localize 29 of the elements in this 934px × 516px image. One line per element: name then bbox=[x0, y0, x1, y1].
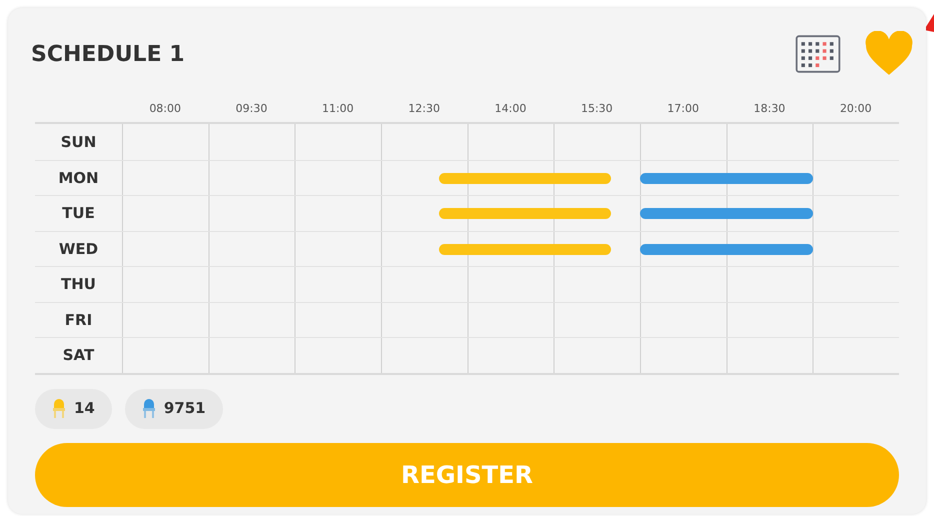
day-label: MON bbox=[58, 168, 99, 188]
schedule-title: SCHEDULE 1 bbox=[31, 40, 185, 68]
time-bar[interactable] bbox=[438, 208, 612, 219]
day-label: THU bbox=[61, 274, 96, 295]
time-label: 18:30 bbox=[754, 100, 786, 117]
time-bar[interactable] bbox=[640, 172, 813, 184]
time-label: 17:00 bbox=[667, 100, 699, 117]
time-label: 14:00 bbox=[494, 100, 526, 117]
time-label: 11:00 bbox=[322, 100, 354, 117]
calendar-icon[interactable] bbox=[795, 35, 841, 73]
time-label: 20:00 bbox=[840, 100, 872, 117]
time-label: 08:00 bbox=[149, 100, 182, 117]
day-label: FRI bbox=[64, 310, 92, 330]
time-bar[interactable] bbox=[640, 244, 813, 254]
pointer-icon bbox=[924, 14, 934, 32]
day-label: WED bbox=[58, 238, 98, 260]
heart-icon[interactable] bbox=[863, 31, 915, 77]
register-button[interactable]: REGISTER bbox=[35, 442, 899, 506]
day-label: SAT bbox=[62, 345, 94, 366]
time-bar[interactable] bbox=[438, 172, 612, 184]
time-bar[interactable] bbox=[438, 244, 612, 254]
time-label: 09:30 bbox=[236, 100, 268, 117]
day-label: SUN bbox=[60, 132, 96, 152]
seat-count: 14 bbox=[74, 398, 95, 420]
seat-count: 9751 bbox=[164, 398, 206, 420]
time-label: 12:30 bbox=[408, 100, 440, 117]
day-label: TUE bbox=[62, 203, 95, 224]
time-label: 15:30 bbox=[580, 100, 613, 117]
time-bar[interactable] bbox=[640, 208, 813, 219]
